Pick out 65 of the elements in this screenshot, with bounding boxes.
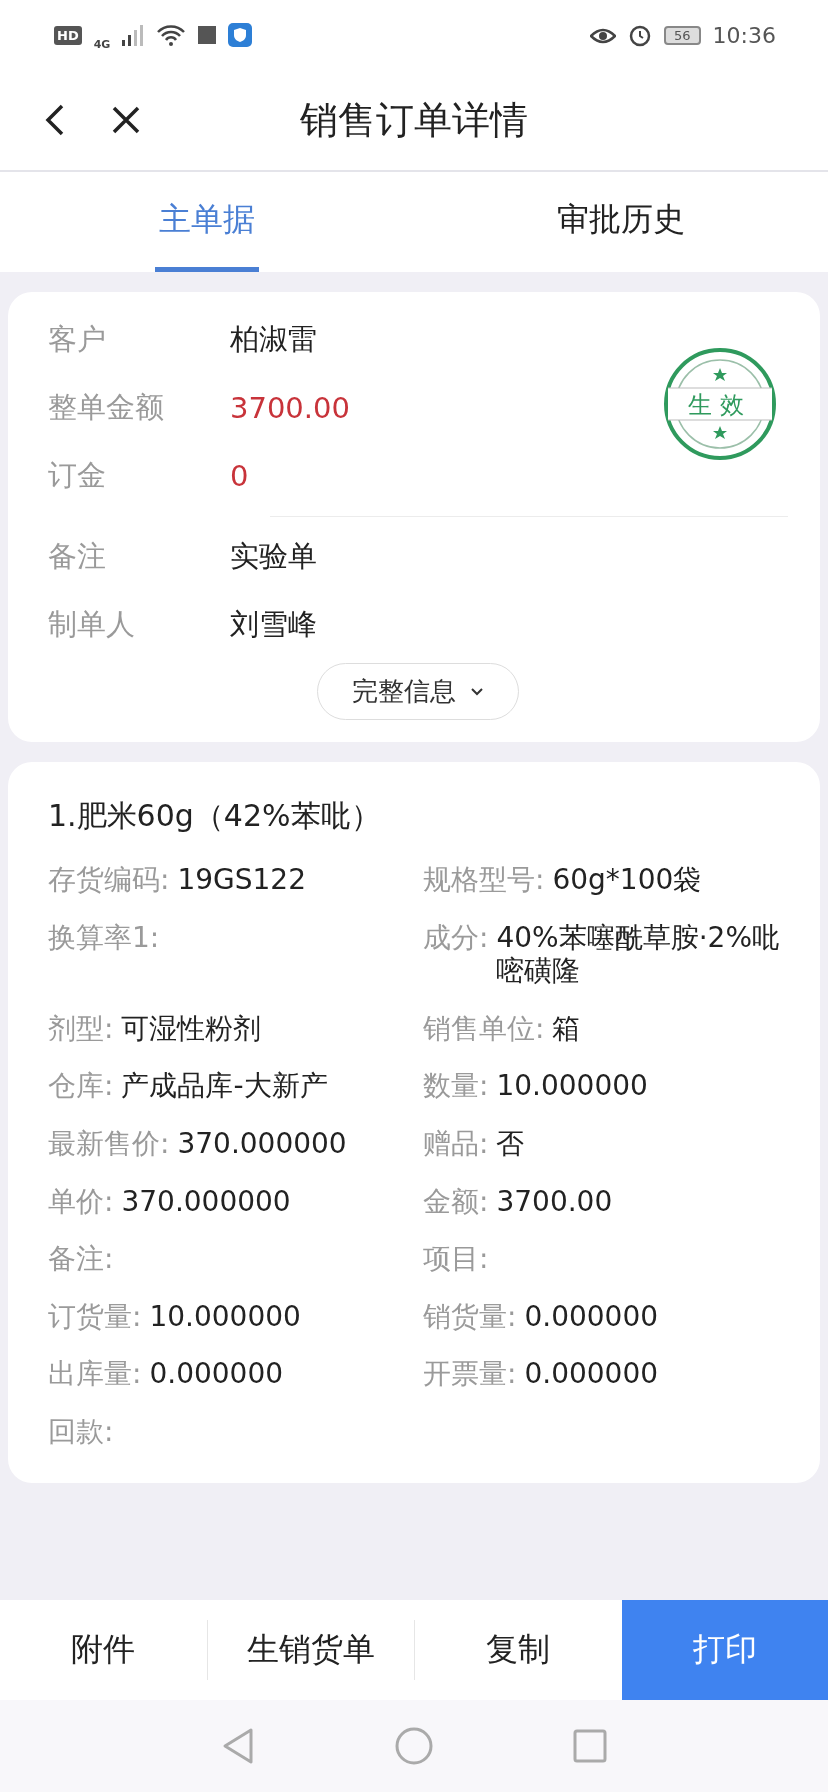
field-label: 规格型号:: [423, 863, 545, 897]
field-label: 出库量:: [48, 1357, 142, 1391]
square-icon: [198, 26, 217, 44]
hd-badge: HD: [54, 25, 82, 45]
item-title: 1.肥米60g（42%苯吡）: [48, 797, 382, 835]
clock-time: 10:36: [712, 22, 776, 48]
field-label: 备注:: [48, 1242, 114, 1276]
field-label: 销售单位:: [423, 1011, 545, 1046]
field-value: 19GS122: [177, 863, 306, 897]
close-icon: [110, 104, 142, 136]
tab[interactable]: 审批历史: [553, 172, 689, 272]
field-value: 否: [496, 1126, 525, 1161]
field-label: 整单金额: [48, 389, 165, 426]
shield-icon: [228, 23, 253, 47]
field-value: 可湿性粉剂: [121, 1011, 262, 1046]
field-value: 10.000000: [496, 1069, 648, 1103]
chevron-down-icon: [470, 686, 484, 697]
field-value: 产成品库-大新产: [121, 1069, 328, 1103]
back-nav-icon[interactable]: [221, 1727, 255, 1765]
field-value: 370.000000: [177, 1126, 347, 1161]
approval-stamp: 生效: [662, 346, 778, 462]
field-label: 制单人: [48, 606, 136, 643]
field-label: 金额:: [423, 1184, 489, 1219]
field-value: 0.000000: [524, 1299, 659, 1334]
field-label: 成分:: [423, 920, 489, 955]
field-label: 单价:: [48, 1184, 114, 1219]
page-title: 销售订单详情: [300, 97, 528, 142]
field-label: 数量:: [423, 1069, 489, 1103]
field-value: 箱: [552, 1011, 581, 1046]
field-value: 3700.00: [496, 1184, 613, 1219]
field-value: 刘雪峰: [230, 606, 317, 643]
home-nav-icon[interactable]: [395, 1727, 433, 1765]
field-label: 最新售价:: [48, 1126, 170, 1161]
field-label: 订货量:: [48, 1299, 142, 1334]
field-label: 开票量:: [423, 1357, 517, 1391]
field-value: 0.000000: [149, 1357, 284, 1391]
field-value: 实验单: [230, 538, 317, 575]
field-label: 换算率1:: [48, 920, 160, 955]
field-label: 赠品:: [423, 1126, 489, 1161]
signal-icon: [122, 24, 145, 46]
field-value: 40%苯噻酰草胺·2%吡嘧磺隆: [496, 920, 781, 988]
field-value: 3700.00: [230, 391, 350, 425]
field-label: 销货量:: [423, 1299, 517, 1334]
alarm-icon: [628, 23, 653, 47]
field-label: 客户: [48, 321, 107, 358]
field-label: 存货编码:: [48, 863, 170, 897]
wifi-icon: [156, 24, 187, 46]
field-value: 0.000000: [524, 1357, 659, 1391]
more-info-button[interactable]: 完整信息: [317, 663, 519, 720]
field-label: 项目:: [423, 1242, 489, 1276]
field-value: 10.000000: [149, 1299, 301, 1334]
action-button[interactable]: 打印: [621, 1600, 828, 1700]
field-value: 0: [230, 459, 249, 493]
field-label: 订金: [48, 457, 107, 494]
network-type: 4G: [93, 37, 111, 51]
field-label: 备注: [48, 538, 107, 575]
recents-nav-icon[interactable]: [573, 1729, 607, 1763]
field-value: 柏淑雷: [230, 321, 317, 358]
field-value: 370.000000: [121, 1184, 291, 1219]
field-label: 回款:: [48, 1414, 114, 1449]
field-value: 60g*100袋: [552, 863, 702, 897]
battery-level: 56: [664, 25, 701, 45]
field-label: 仓库:: [48, 1069, 114, 1103]
field-label: 剂型:: [48, 1011, 114, 1046]
tab[interactable]: 主单据: [155, 172, 259, 272]
